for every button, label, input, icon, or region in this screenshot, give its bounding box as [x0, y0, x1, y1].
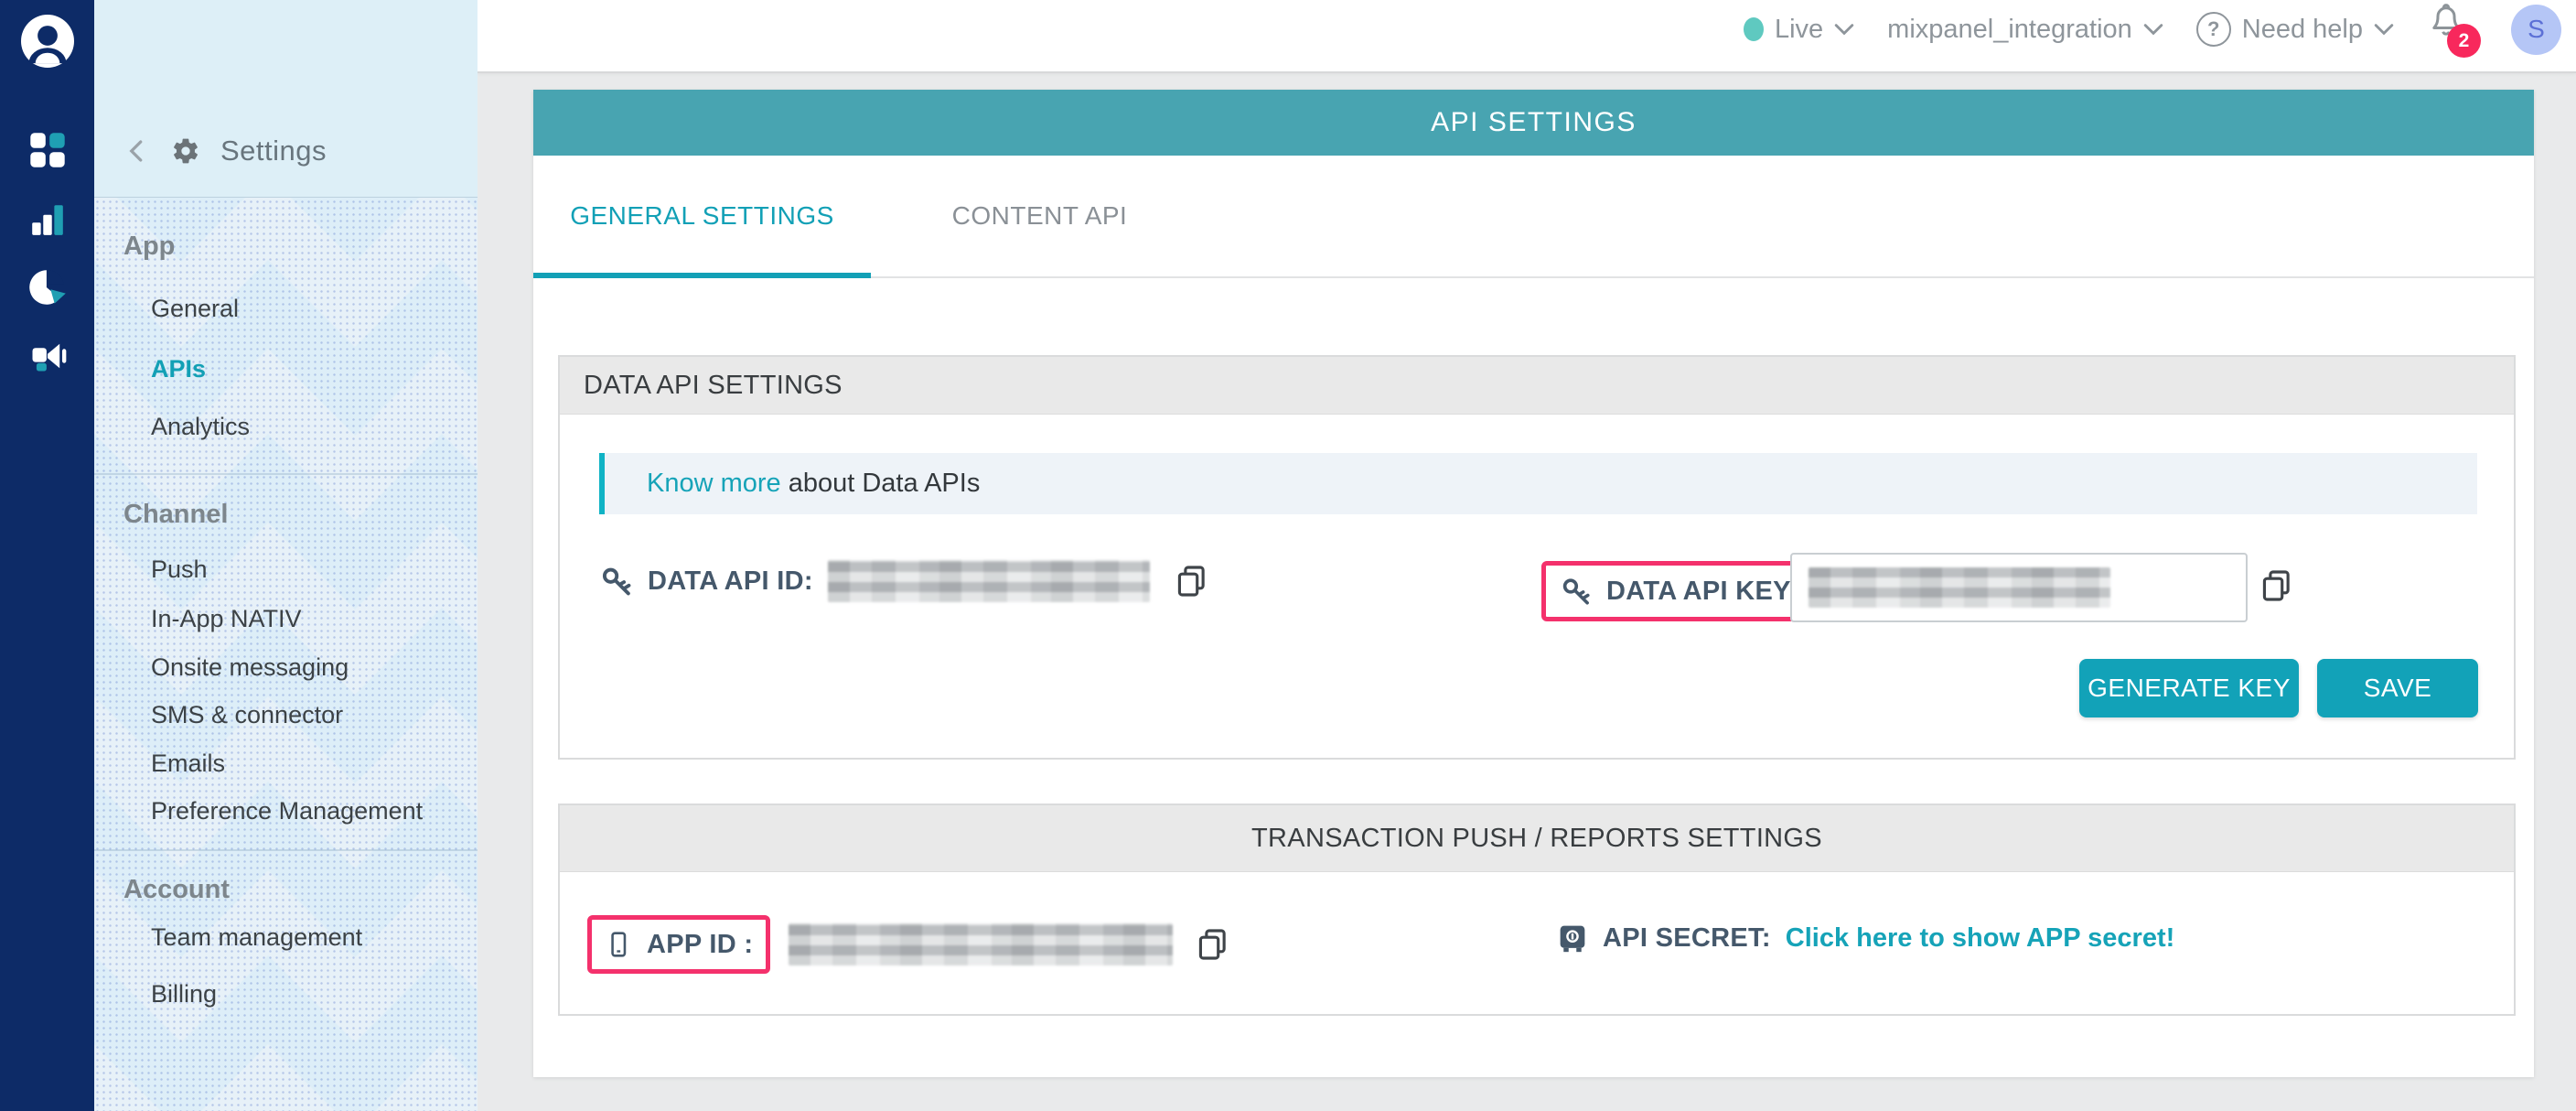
top-bar: Live mixpanel_integration ? Need help 2 … [478, 0, 2576, 73]
sidebar-item-inapp-nativ[interactable]: In-App NATIV [151, 605, 302, 633]
key-icon [1561, 576, 1592, 607]
know-more-banner: Know more about Data APIs [599, 453, 2477, 514]
tab-bar: GENERAL SETTINGS CONTENT API [533, 156, 2534, 278]
sidebar-item-sms-connector[interactable]: SMS & connector [151, 701, 343, 729]
safe-icon [1557, 922, 1588, 954]
save-button[interactable]: SAVE [2317, 659, 2478, 717]
environment-selector[interactable]: Live [1744, 15, 1854, 45]
copy-icon[interactable] [1174, 563, 1210, 599]
chevron-down-icon [2143, 23, 2163, 36]
redacted-data-api-key [1809, 567, 2110, 608]
api-secret-label: API SECRET: [1603, 923, 1771, 954]
sidebar-header: Settings [94, 0, 478, 198]
data-api-section-header: DATA API SETTINGS [560, 357, 2514, 415]
notification-count-badge: 2 [2447, 24, 2481, 58]
live-label: Live [1775, 15, 1823, 45]
sidebar-item-apis[interactable]: APIs [151, 355, 206, 383]
data-api-settings-section: DATA API SETTINGS Know more about Data A… [558, 355, 2516, 760]
app-id-label: APP ID : [647, 930, 753, 960]
pie-chart-icon[interactable] [26, 265, 70, 309]
apps-grid-icon[interactable] [26, 128, 70, 172]
settings-sidebar: Settings App General APIs Analytics Chan… [94, 0, 478, 1111]
sidebar-title: Settings [220, 135, 327, 167]
api-secret-row: API SECRET: Click here to show APP secre… [1557, 922, 2174, 954]
help-icon: ? [2196, 12, 2231, 47]
data-api-key-label: DATA API KEY: [1606, 577, 1798, 607]
chevron-down-icon [1834, 23, 1854, 36]
section-label-app: App [123, 232, 175, 262]
chevron-down-icon [2374, 23, 2394, 36]
section-label-account: Account [123, 875, 230, 905]
active-tab-underline [533, 273, 871, 278]
sidebar-item-analytics[interactable]: Analytics [151, 413, 250, 441]
sidebar-item-push[interactable]: Push [151, 556, 208, 584]
app-id-row: APP ID : [587, 915, 1231, 974]
redacted-data-api-id [828, 560, 1150, 602]
know-more-text: about Data APIs [781, 469, 981, 499]
sidebar-divider [94, 473, 478, 475]
back-chevron-icon[interactable] [123, 137, 151, 165]
mobile-phone-icon [605, 931, 632, 958]
sidebar-divider [94, 849, 478, 851]
sidebar-item-billing[interactable]: Billing [151, 980, 217, 1009]
icon-rail [0, 0, 94, 1111]
show-app-secret-link[interactable]: Click here to show APP secret! [1786, 923, 2174, 954]
panel-title-bar: API SETTINGS [533, 90, 2534, 156]
megaphone-icon[interactable] [26, 334, 70, 378]
know-more-link[interactable]: Know more [647, 469, 781, 499]
sidebar-item-team-management[interactable]: Team management [151, 923, 362, 952]
key-icon [600, 565, 633, 598]
sidebar-item-general[interactable]: General [151, 295, 239, 323]
section-label-channel: Channel [123, 500, 228, 530]
project-name: mixpanel_integration [1887, 15, 2132, 45]
tab-general-settings[interactable]: GENERAL SETTINGS [533, 156, 871, 276]
project-selector[interactable]: mixpanel_integration [1887, 15, 2163, 45]
copy-icon[interactable] [1195, 926, 1231, 963]
need-help-label: Need help [2242, 15, 2363, 45]
transaction-settings-section: TRANSACTION PUSH / REPORTS SETTINGS APP … [558, 804, 2516, 1016]
brand-logo-icon[interactable] [21, 15, 74, 68]
sidebar-item-onsite-messaging[interactable]: Onsite messaging [151, 653, 349, 682]
data-api-key-highlight: DATA API KEY: [1541, 561, 1818, 621]
app-id-highlight: APP ID : [587, 915, 770, 974]
tab-content-api[interactable]: CONTENT API [871, 156, 1208, 276]
notifications-bell[interactable]: 2 [2427, 2, 2478, 57]
page-title: API SETTINGS [1431, 107, 1637, 138]
copy-icon[interactable] [2259, 567, 2295, 604]
api-settings-panel: API SETTINGS GENERAL SETTINGS CONTENT AP… [533, 90, 2534, 1077]
sidebar-item-preference-management[interactable]: Preference Management [151, 797, 423, 825]
analytics-bars-icon[interactable] [26, 197, 70, 241]
generate-key-button[interactable]: GENERATE KEY [2079, 659, 2299, 717]
user-avatar[interactable]: S [2511, 5, 2561, 55]
sidebar-item-emails[interactable]: Emails [151, 750, 225, 778]
gear-icon [171, 136, 200, 166]
data-api-key-input[interactable] [1790, 553, 2248, 622]
need-help-menu[interactable]: ? Need help [2196, 12, 2394, 47]
data-api-id-label: DATA API ID: [648, 566, 813, 597]
live-status-dot [1744, 17, 1764, 41]
data-api-id-row: DATA API ID: [600, 560, 1210, 602]
redacted-app-id [789, 923, 1173, 965]
transaction-section-header: TRANSACTION PUSH / REPORTS SETTINGS [560, 805, 2514, 872]
